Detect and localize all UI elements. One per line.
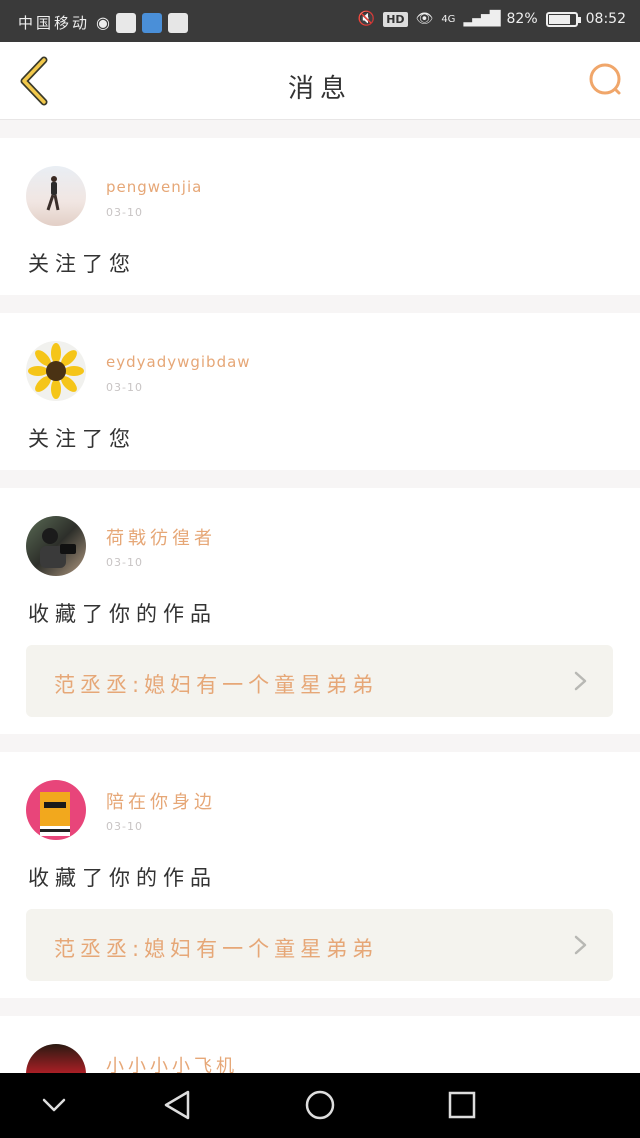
work-link[interactable]: 范丞丞:媳妇有一个童星弟弟 bbox=[26, 909, 613, 981]
person-photo-icon bbox=[46, 176, 60, 211]
nav-recent-button[interactable] bbox=[442, 1087, 482, 1123]
weibo-icon: ◉ bbox=[96, 13, 110, 32]
system-nav-bar bbox=[0, 1073, 640, 1138]
work-title: 范丞丞:媳妇有一个童星弟弟 bbox=[54, 937, 379, 961]
username[interactable]: 陪在你身边 bbox=[106, 788, 216, 814]
avatar[interactable] bbox=[26, 166, 86, 226]
message-item[interactable]: 荷戟彷徨者 03-10 收藏了你的作品 范丞丞:媳妇有一个童星弟弟 bbox=[0, 488, 640, 734]
message-item[interactable]: 陪在你身边 03-10 收藏了你的作品 范丞丞:媳妇有一个童星弟弟 bbox=[0, 752, 640, 998]
signal-icon: ▂▄▆█ bbox=[463, 11, 500, 27]
network-label: 4G bbox=[441, 13, 456, 25]
timestamp: 03-10 bbox=[106, 820, 143, 833]
timestamp: 03-10 bbox=[106, 381, 143, 394]
eye-icon: 👁 bbox=[415, 11, 434, 27]
username[interactable]: 荷戟彷徨者 bbox=[106, 524, 216, 550]
avatar[interactable] bbox=[26, 341, 86, 401]
action-text: 收藏了你的作品 bbox=[28, 866, 217, 890]
cartoon-avatar-icon bbox=[40, 792, 70, 836]
chevron-right-icon bbox=[574, 671, 587, 691]
wifi-app-icon bbox=[141, 12, 162, 33]
search-icon bbox=[589, 63, 621, 95]
nav-hide-button[interactable] bbox=[34, 1087, 74, 1123]
message-list: pengwenjia 03-10 关注了您 eydyadywgibdaw 03-… bbox=[0, 138, 640, 1114]
page-title: 消息 bbox=[287, 74, 352, 104]
mute-icon: 🔇 bbox=[357, 11, 376, 27]
action-text: 收藏了你的作品 bbox=[28, 602, 217, 626]
video-app-icon bbox=[167, 12, 188, 33]
username[interactable]: pengwenjia bbox=[106, 178, 202, 196]
username[interactable]: eydyadywgibdaw bbox=[106, 353, 251, 371]
work-link[interactable]: 范丞丞:媳妇有一个童星弟弟 bbox=[26, 645, 613, 717]
avatar[interactable] bbox=[26, 780, 86, 840]
sina-app-icon bbox=[115, 12, 136, 33]
chevron-right-icon bbox=[574, 935, 587, 955]
triangle-back-icon bbox=[164, 1090, 190, 1120]
sunflower-icon bbox=[28, 343, 84, 399]
nav-home-button[interactable] bbox=[300, 1087, 340, 1123]
message-item[interactable]: pengwenjia 03-10 关注了您 bbox=[0, 138, 640, 295]
battery-icon bbox=[545, 11, 581, 27]
nav-back-button[interactable] bbox=[158, 1087, 198, 1123]
status-bar: 中国移动 ◉ 🔇 HD 👁 4G ▂▄▆█ 82% 08:52 bbox=[0, 0, 640, 42]
person-photo-icon bbox=[40, 528, 76, 568]
hd-badge: HD bbox=[383, 11, 408, 27]
avatar[interactable] bbox=[26, 516, 86, 576]
circle-home-icon bbox=[305, 1090, 335, 1120]
battery-percent: 82% bbox=[506, 11, 538, 27]
message-item[interactable]: eydyadywgibdaw 03-10 关注了您 bbox=[0, 313, 640, 470]
clock: 08:52 bbox=[585, 11, 626, 27]
timestamp: 03-10 bbox=[106, 206, 143, 219]
battery-fill bbox=[548, 14, 570, 24]
square-recent-icon bbox=[448, 1091, 476, 1119]
action-text: 关注了您 bbox=[28, 427, 136, 451]
chevron-down-icon bbox=[42, 1098, 66, 1112]
work-title: 范丞丞:媳妇有一个童星弟弟 bbox=[54, 673, 379, 697]
action-text: 关注了您 bbox=[28, 252, 136, 276]
app-header: 消息 bbox=[0, 42, 640, 120]
search-button[interactable] bbox=[586, 60, 626, 100]
carrier-label: 中国移动 bbox=[18, 14, 91, 32]
timestamp: 03-10 bbox=[106, 556, 143, 569]
